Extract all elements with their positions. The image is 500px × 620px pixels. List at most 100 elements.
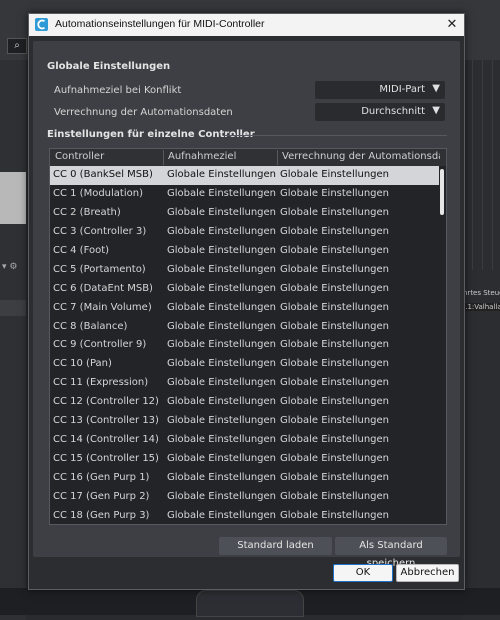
cell-target: Globale Einstellungen [167, 377, 277, 389]
cell-target: Globale Einstellungen [167, 301, 277, 313]
table-body: CC 0 (BankSel MSB) Globale Einstellungen G… [50, 166, 439, 524]
cell-merge: Globale Einstellungen [280, 509, 390, 521]
cell-target: Globale Einstellungen [167, 282, 277, 294]
cell-controller: CC 14 (Controller 14) [53, 434, 159, 446]
cell-merge: Globale Einstellungen [280, 415, 390, 427]
background-track-value: ..1:Valhalla [463, 303, 500, 311]
cell-controller: CC 16 (Gen Purp 1) [53, 472, 150, 483]
cell-merge: Globale Einstellungen [280, 263, 390, 275]
cell-target: Globale Einstellungen [167, 396, 277, 408]
ok-button[interactable]: OK [333, 564, 393, 582]
background-left-panel [0, 60, 26, 620]
automation-merge-value: Durchschnitt [361, 106, 425, 117]
cell-merge: Globale Einstellungen [280, 169, 390, 180]
cell-controller: CC 6 (DataEnt MSB) [53, 282, 153, 294]
cell-merge: Globale Einstellungen [280, 396, 390, 408]
cell-controller: CC 5 (Portamento) [53, 263, 146, 275]
save-as-default-button[interactable]: Als Standard speichern [335, 537, 447, 569]
cell-merge: Globale Einstellungen [280, 301, 390, 313]
cell-target: Globale Einstellungen [167, 244, 277, 256]
cell-controller: CC 15 (Controller 15) [53, 453, 159, 465]
dialog-title: Automationseinstellungen für MIDI-Contro… [55, 18, 265, 30]
table-row[interactable]: CC 8 (Balance) Globale Einstellungen Globa… [50, 318, 439, 337]
automation-merge-dropdown[interactable]: Durchschnitt ▼ [315, 103, 445, 121]
dialog-titlebar[interactable]: Automationseinstellungen für MIDI-Contro… [29, 14, 464, 36]
table-row[interactable]: CC 16 (Gen Purp 1) Globale Einstellungen G… [50, 469, 439, 488]
cell-controller: CC 10 (Pan) [53, 358, 112, 370]
chevron-down-icon: ▼ [432, 83, 440, 94]
cell-controller: CC 13 (Controller 13) [53, 415, 159, 427]
table-row[interactable]: CC 0 (BankSel MSB) Globale Einstellungen G… [50, 166, 439, 185]
cell-target: Globale Einstellungen [167, 263, 277, 275]
cell-merge: Globale Einstellungen [280, 472, 390, 483]
cancel-button[interactable]: Abbrechen [396, 564, 459, 582]
table-row[interactable]: CC 5 (Portamento) Globale Einstellungen Gl… [50, 261, 439, 280]
close-icon[interactable]: ✕ [440, 14, 464, 36]
table-row[interactable]: CC 7 (Main Volume) Globale Einstellungen G… [50, 299, 439, 318]
cell-target: Globale Einstellungen [167, 206, 277, 218]
cell-target: Globale Einstellungen [167, 225, 277, 237]
cell-merge: Globale Einstellungen [280, 358, 390, 370]
background-track-label: nrtes Steue [463, 289, 500, 297]
table-row[interactable]: CC 9 (Controller 9) Globale Einstellungen… [50, 336, 439, 355]
load-default-button[interactable]: Standard laden [219, 537, 332, 555]
cell-controller: CC 4 (Foot) [53, 244, 110, 256]
cell-controller: CC 9 (Controller 9) [53, 339, 147, 351]
table-row[interactable]: CC 1 (Modulation) Globale Einstellungen Gl… [50, 185, 439, 204]
table-row[interactable]: CC 11 (Expression) Globale Einstellungen G… [50, 374, 439, 393]
column-header-merge[interactable]: Verrechnung der Automationsdaten [282, 151, 440, 162]
cell-controller: CC 17 (Gen Purp 2) [53, 490, 150, 502]
cell-target: Globale Einstellungen [167, 472, 277, 483]
table-row[interactable]: CC 14 (Controller 14) Globale Einstellung… [50, 431, 439, 450]
column-divider[interactable] [277, 150, 278, 165]
dialog-content: Globale Einstellungen Aufnahmeziel bei K… [33, 41, 460, 569]
cell-merge: Globale Einstellungen [280, 453, 390, 465]
chevron-down-icon: ▼ [432, 105, 440, 116]
cell-target: Globale Einstellungen [167, 169, 277, 180]
cell-controller: CC 12 (Controller 12) [53, 396, 159, 408]
cell-controller: CC 7 (Main Volume) [53, 301, 152, 313]
table-row[interactable]: CC 12 (Controller 12) Globale Einstellung… [50, 393, 439, 412]
column-divider[interactable] [163, 150, 164, 165]
background-grid [462, 60, 500, 270]
cell-controller: CC 2 (Breath) [53, 206, 121, 218]
automation-settings-dialog: Automationseinstellungen für MIDI-Contro… [28, 13, 465, 590]
conflict-target-dropdown[interactable]: MIDI-Part ▼ [315, 81, 445, 99]
automation-merge-label: Verrechnung der Automationsdaten [54, 107, 233, 118]
column-header-target[interactable]: Aufnahmeziel [168, 151, 274, 162]
cell-target: Globale Einstellungen [167, 509, 277, 521]
cell-target: Globale Einstellungen [167, 415, 277, 427]
cell-merge: Globale Einstellungen [280, 377, 390, 389]
conflict-target-label: Aufnahmeziel bei Konflikt [54, 85, 182, 96]
table-row[interactable]: CC 17 (Gen Purp 2) Globale Einstellungen G… [50, 488, 439, 507]
cell-merge: Globale Einstellungen [280, 490, 390, 502]
table-row[interactable]: CC 4 (Foot) Globale Einstellungen Globale … [50, 242, 439, 261]
cell-controller: CC 3 (Controller 3) [53, 225, 147, 237]
cell-controller: CC 8 (Balance) [53, 320, 128, 332]
table-row[interactable]: CC 18 (Gen Purp 3) Globale Einstellungen G… [50, 507, 439, 524]
controller-table: Controller Aufnahmeziel Verrechnung der … [49, 148, 447, 525]
cell-merge: Globale Einstellungen [280, 339, 390, 351]
table-row[interactable]: CC 2 (Breath) Globale Einstellungen Global… [50, 204, 439, 223]
cell-controller: CC 11 (Expression) [53, 377, 149, 389]
section-divider [223, 135, 447, 136]
cell-merge: Globale Einstellungen [280, 320, 390, 332]
table-row[interactable]: CC 6 (DataEnt MSB) Globale Einstellungen G… [50, 280, 439, 299]
table-row[interactable]: CC 3 (Controller 3) Globale Einstellungen… [50, 223, 439, 242]
conflict-target-value: MIDI-Part [379, 84, 425, 95]
cell-target: Globale Einstellungen [167, 320, 277, 332]
cell-merge: Globale Einstellungen [280, 225, 390, 237]
table-row[interactable]: CC 15 (Controller 15) Globale Einstellung… [50, 450, 439, 469]
column-header-controller[interactable]: Controller [55, 151, 160, 162]
table-row[interactable]: CC 10 (Pan) Globale Einstellungen Globale … [50, 355, 439, 374]
cell-merge: Globale Einstellungen [280, 206, 390, 218]
gear-icon[interactable]: ▾ ⚙ [2, 262, 17, 272]
cell-merge: Globale Einstellungen [280, 187, 390, 199]
table-row[interactable]: CC 13 (Controller 13) Globale Einstellung… [50, 412, 439, 431]
cell-target: Globale Einstellungen [167, 434, 277, 446]
cell-target: Globale Einstellungen [167, 490, 277, 502]
search-icon[interactable]: ⌕ [7, 38, 27, 54]
table-scrollbar[interactable] [439, 166, 446, 524]
scrollbar-thumb[interactable] [440, 169, 444, 215]
cell-controller: CC 18 (Gen Purp 3) [53, 509, 150, 521]
